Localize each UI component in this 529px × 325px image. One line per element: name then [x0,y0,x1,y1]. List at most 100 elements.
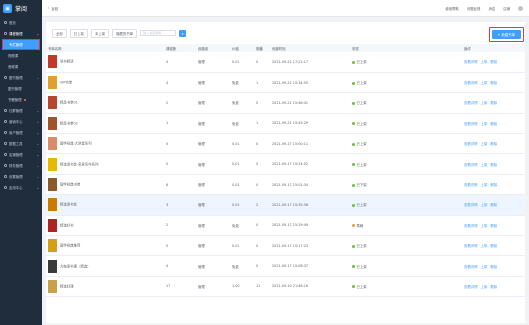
cell-count: 2 [166,100,169,105]
delete-link[interactable]: 删除 [490,163,497,167]
view-detail-link[interactable]: 查看详情 [464,163,478,167]
table-row[interactable]: 精选读书会 3 管理 0.01 2 2021-09-17 15:35:58 已上架 查看详情上… [46,194,525,216]
book-cover [48,279,57,293]
sidebar-item[interactable]: 用户管理 ⌄ [0,127,42,138]
booklist-name: 大咖读书课（精选） [60,264,91,269]
table-row[interactable]: 精品书单01 2 管理 免费 0 2021-09-21 15:46:41 已上架 查看详情 上架… [46,93,525,114]
delete-link[interactable]: 删除 [490,224,497,228]
cell-creator: 管理 [198,81,205,86]
delete-link[interactable]: 删除 [490,142,497,146]
shelf-link[interactable]: 上架 [481,183,488,187]
sidebar-item[interactable]: 音频课 [0,61,42,72]
filter-onshelf[interactable]: 已上架 [69,28,88,38]
shelf-link[interactable]: 上架 [481,163,488,167]
view-detail-link[interactable]: 查看详情 [464,122,478,126]
sidebar-item[interactable]: 图书管理 ⌄ [0,72,42,83]
delete-link[interactable]: 删除 [490,183,497,187]
status-dot [352,142,355,146]
cell-count: 5 [166,162,169,167]
avatar[interactable] [518,5,523,11]
shelf-link[interactable]: 上架 [481,224,488,228]
sidebar-item[interactable]: 应用中心 ⌄ [0,182,42,193]
shelf-link[interactable]: 上架 [481,122,488,126]
sidebar-item[interactable]: 社群管理 ⌄ [0,105,42,116]
delete-link[interactable]: 删除 [490,81,497,85]
shelf-link[interactable]: 上架 [481,265,488,269]
filter-hidden[interactable]: 隐藏的书单 [112,28,138,38]
cell-ops: 查看详情 上架 删除 [462,154,525,174]
cell-creator: 管理 [198,264,205,269]
status-dot [352,163,355,167]
shelf-link[interactable]: 上架 [481,60,488,64]
table-row[interactable]: 国学经典推荐 5 管理 0.01 0 2021-09-17 15:17:23 已上架 查看详情… [46,236,525,256]
cell-price: 0.01 [232,162,240,167]
sidebar-item[interactable]: 店铺管理 ⌄ [0,149,42,160]
sidebar-item[interactable]: 书籍管理 [0,94,42,105]
view-detail-link[interactable]: 查看详情 [464,244,478,248]
sidebar-item[interactable]: 课程管理 ⌄ [0,28,42,39]
status-badge: 已上架 [356,203,367,208]
view-detail-link[interactable]: 查看详情 [464,224,478,228]
view-detail-link[interactable]: 查看详情 [464,265,478,269]
cell-status: 已上架 [350,113,462,133]
cell-sales: 11 [256,284,261,289]
feedback-link[interactable]: 问题反馈 [467,6,481,11]
table-row[interactable]: 读书精读 4 管理 0.01 0 2021-09-22 17:21:17 已上架 查看详情 上架… [46,52,525,73]
delete-link[interactable]: 删除 [490,285,497,289]
view-detail-link[interactable]: 查看详情 [464,60,478,64]
table-row[interactable]: 精选好书 2 管理 免费 0 2021-09-17 15:29:49 草稿 查看详情 上架 删除 [46,215,525,236]
view-detail-link[interactable]: 查看详情 [464,81,478,85]
col-sales: 销量 [256,46,263,51]
shelf-link[interactable]: 上架 [481,142,488,146]
help-link[interactable]: 使用帮助 [445,6,459,11]
table-body: 读书精读 4 管理 0.01 0 2021-09-22 17:21:17 已上架 查看详情 上架… [46,52,525,297]
table-row[interactable]: VIP书单 4 管理 免费 1 2021-09-22 15:34:55 已上架 查看详情 上架删… [46,72,525,93]
sidebar-item[interactable]: 视频课 [0,50,42,61]
cell-date: 2021-09-17 15:00:11 [272,141,309,146]
book-cover [48,96,57,110]
chevron-down-icon: ⌄ [36,31,39,36]
search-button[interactable]: ⌕ [179,29,187,37]
view-detail-link[interactable]: 查看详情 [464,142,478,146]
sidebar-item[interactable]: 数据工具 ⌄ [0,138,42,149]
filter-all[interactable]: 全部 [52,28,67,38]
shelf-link[interactable]: 上架 [481,101,488,105]
sidebar-item[interactable]: 专栏管理 [2,39,40,50]
add-booklist-button[interactable]: + 新建书单 [491,30,521,39]
sidebar-item[interactable]: 营销中心 ⌄ [0,116,42,127]
shelf-link[interactable]: 上架 [481,285,488,289]
breadcrumb[interactable]: ‹ 返回 [48,6,58,11]
booklist-name: 精选好书 [60,223,74,228]
delete-link[interactable]: 删除 [490,101,497,105]
filter-offshelf[interactable]: 未上架 [90,28,110,38]
table-row[interactable]: 国学经典·大讲堂系列 5 管理 0.01 0 2021-09-17 15:00:11 已上架… [46,134,525,154]
sidebar-item[interactable]: 财务管理 ⌄ [0,160,42,171]
delete-link[interactable]: 删除 [490,60,497,64]
sidebar-item[interactable]: 设置管理 ⌄ [0,171,42,182]
delete-link[interactable]: 删除 [490,203,497,207]
sidebar-item[interactable]: 首页 [0,17,42,28]
table-row[interactable]: 精选读书会·名家名作系列 5 管理 0.01 0 2021-09-17 15:24:02 已… [46,154,525,175]
table-row[interactable]: 国学经典书单 6 管理 0.01 0 2021-09-17 15:01:34 已下架 查看详情… [46,174,525,195]
search-input[interactable]: 输入书名搜索 [140,30,177,36]
shelf-link[interactable]: 上架 [481,244,488,248]
delete-link[interactable]: 删除 [490,122,497,126]
shop-link[interactable]: 店铺 [503,6,510,11]
delete-link[interactable]: 删除 [490,265,497,269]
shelf-link[interactable]: 上架 [481,203,488,207]
table-header: 书单名称 课程数 创建者 价格 销量 创建时间 状态 操作 [46,44,525,52]
delete-link[interactable]: 删除 [490,244,497,248]
messages-link[interactable]: 消息 [488,6,495,11]
sidebar-item[interactable]: 图书管理 [0,83,42,94]
logo-mark-icon: ▣ [3,4,12,13]
view-detail-link[interactable]: 查看详情 [464,183,478,187]
view-detail-link[interactable]: 查看详情 [464,203,478,207]
table-row[interactable]: 精选好课 17 管理 1.00 11 2021-09-10 21:48:16 已上架 查看详情… [46,276,525,297]
table-row[interactable]: 大咖读书课（精选） 4 管理 免费 0 2021-09-17 15:08:37 已上架 查看详… [46,256,525,277]
view-detail-link[interactable]: 查看详情 [464,101,478,105]
menu-icon [4,175,7,178]
shelf-link[interactable]: 上架 [481,81,488,85]
cell-status: 已上架 [350,236,462,256]
view-detail-link[interactable]: 查看详情 [464,285,478,289]
table-row[interactable]: 精品书单02 1 管理 免费 1 2021-09-21 15:45:29 已上架 查看详情 上架… [46,113,525,134]
